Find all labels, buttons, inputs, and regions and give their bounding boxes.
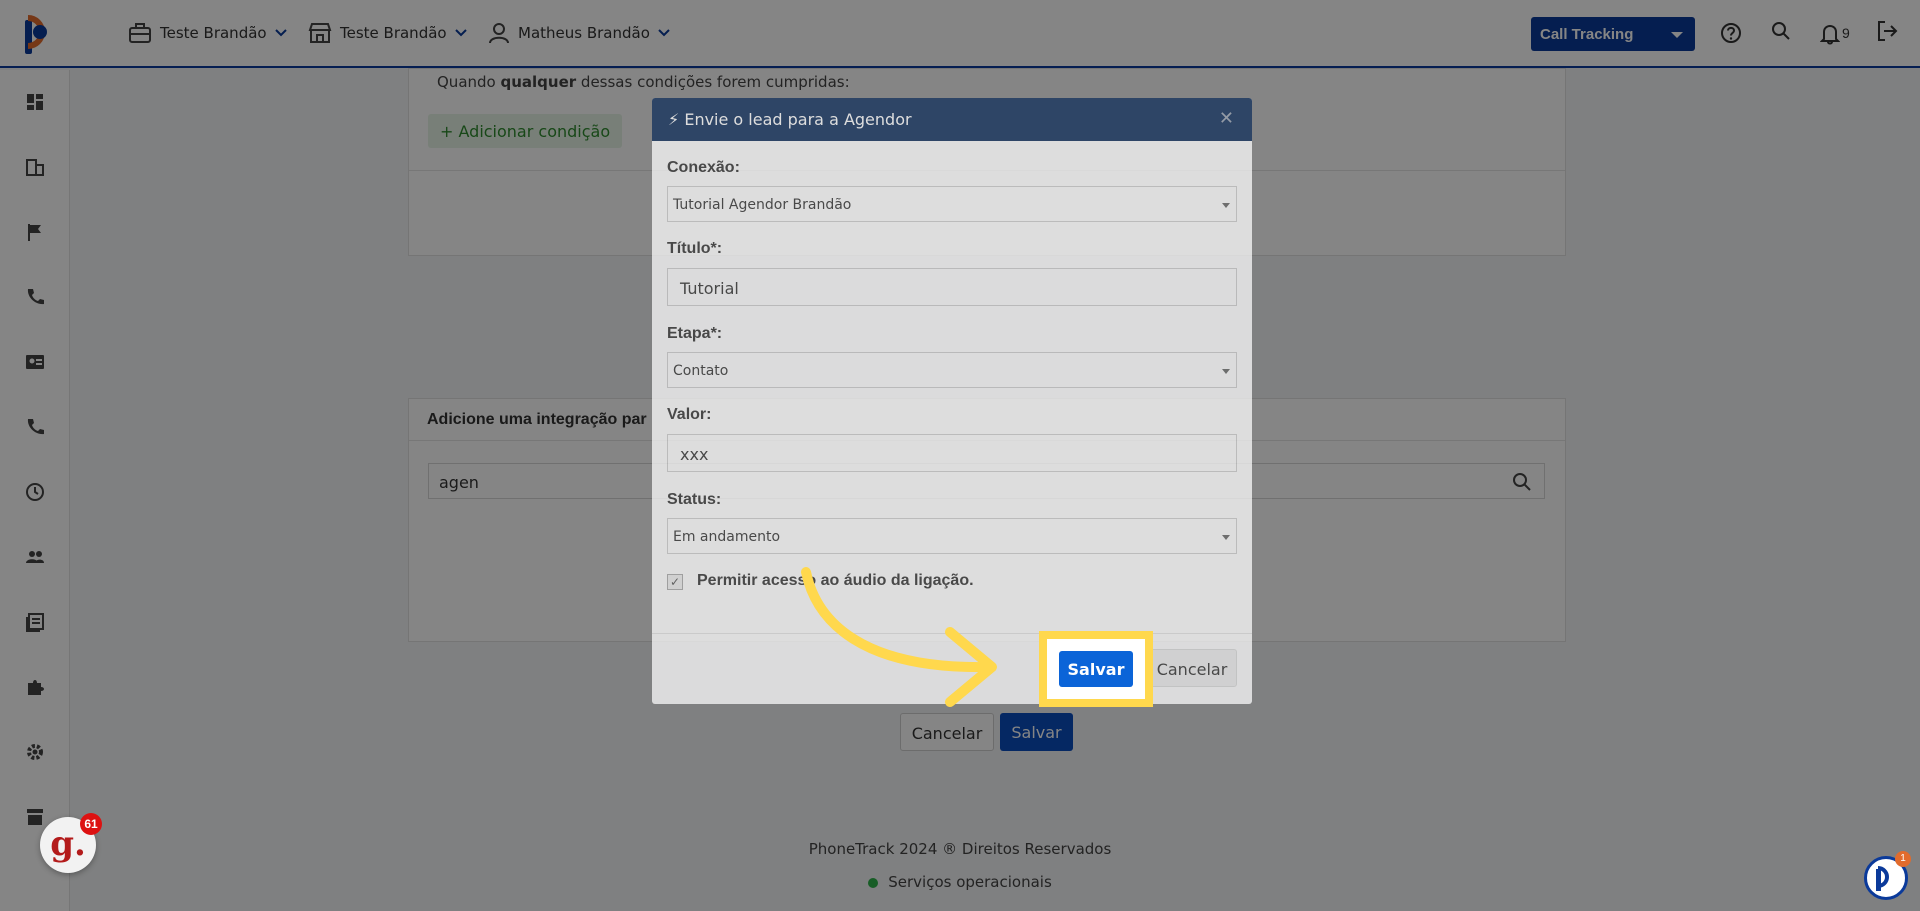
caret-down-icon <box>1222 369 1230 374</box>
modal-title: Envie o lead para a Agendor <box>684 110 912 129</box>
assistant-letter: g. <box>50 824 86 864</box>
lightning-icon: ⚡ <box>668 110 680 129</box>
etapa-select[interactable]: Contato <box>667 352 1237 388</box>
audio-checkbox[interactable]: ✓ <box>667 574 683 590</box>
caret-down-icon <box>1222 203 1230 208</box>
annotation-arrow-icon <box>801 567 997 707</box>
assistant-count-badge: 61 <box>80 813 102 835</box>
valor-input[interactable]: xxx <box>667 434 1237 472</box>
valor-value: xxx <box>680 445 709 464</box>
valor-label: Valor: <box>667 406 712 423</box>
assistant-widget[interactable]: g. 61 <box>40 813 102 873</box>
chat-widget[interactable]: 1 <box>1864 851 1911 900</box>
titulo-input[interactable]: Tutorial <box>667 268 1237 306</box>
status-select[interactable]: Em andamento <box>667 518 1237 554</box>
conexao-value: Tutorial Agendor Brandão <box>673 197 852 213</box>
conexao-select[interactable]: Tutorial Agendor Brandão <box>667 186 1237 222</box>
modal-save-button[interactable]: Salvar <box>1059 651 1133 687</box>
modal-header: ⚡ Envie o lead para a Agendor ✕ <box>652 98 1252 141</box>
titulo-label: Título*: <box>667 240 723 257</box>
caret-down-icon <box>1222 535 1230 540</box>
conexao-label: Conexão: <box>667 159 740 176</box>
status-label: Status: <box>667 491 722 508</box>
close-icon[interactable]: ✕ <box>1219 108 1234 129</box>
modal-cancel-button[interactable]: Cancelar <box>1147 649 1237 687</box>
titulo-value: Tutorial <box>680 279 739 298</box>
etapa-label: Etapa*: <box>667 325 723 342</box>
chat-count-badge: 1 <box>1895 851 1911 867</box>
status-value: Em andamento <box>673 529 781 545</box>
etapa-value: Contato <box>673 363 729 379</box>
